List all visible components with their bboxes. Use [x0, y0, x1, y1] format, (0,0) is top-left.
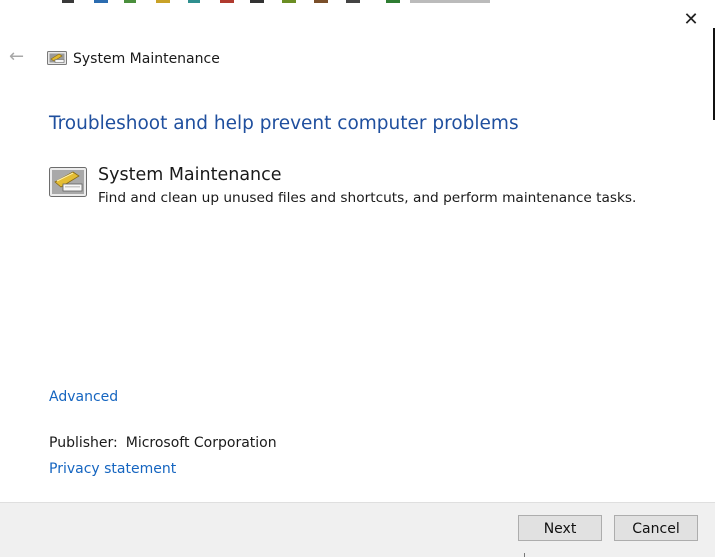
- system-maintenance-icon: [47, 51, 67, 65]
- footer-bar: Next Cancel: [0, 502, 715, 557]
- publisher-value: Microsoft Corporation: [125, 435, 277, 451]
- advanced-link[interactable]: Advanced: [49, 388, 118, 406]
- close-icon: ✕: [683, 9, 699, 30]
- divider: [524, 553, 525, 557]
- privacy-statement-link[interactable]: Privacy statement: [49, 460, 176, 478]
- item-description: Find and clean up unused files and short…: [98, 190, 637, 206]
- window-title: System Maintenance: [73, 51, 220, 67]
- publisher-info: Publisher: Microsoft Corporation: [49, 434, 277, 452]
- back-button[interactable]: ←: [9, 47, 29, 67]
- item-title: System Maintenance: [98, 165, 282, 185]
- close-button[interactable]: ✕: [681, 10, 701, 30]
- background-strip: [0, 0, 715, 4]
- cancel-button[interactable]: Cancel: [614, 515, 698, 541]
- publisher-label: Publisher:: [49, 435, 118, 451]
- next-button[interactable]: Next: [518, 515, 602, 541]
- system-maintenance-icon: [49, 167, 87, 197]
- back-arrow-icon: ←: [9, 46, 25, 67]
- page-heading: Troubleshoot and help prevent computer p…: [49, 113, 519, 134]
